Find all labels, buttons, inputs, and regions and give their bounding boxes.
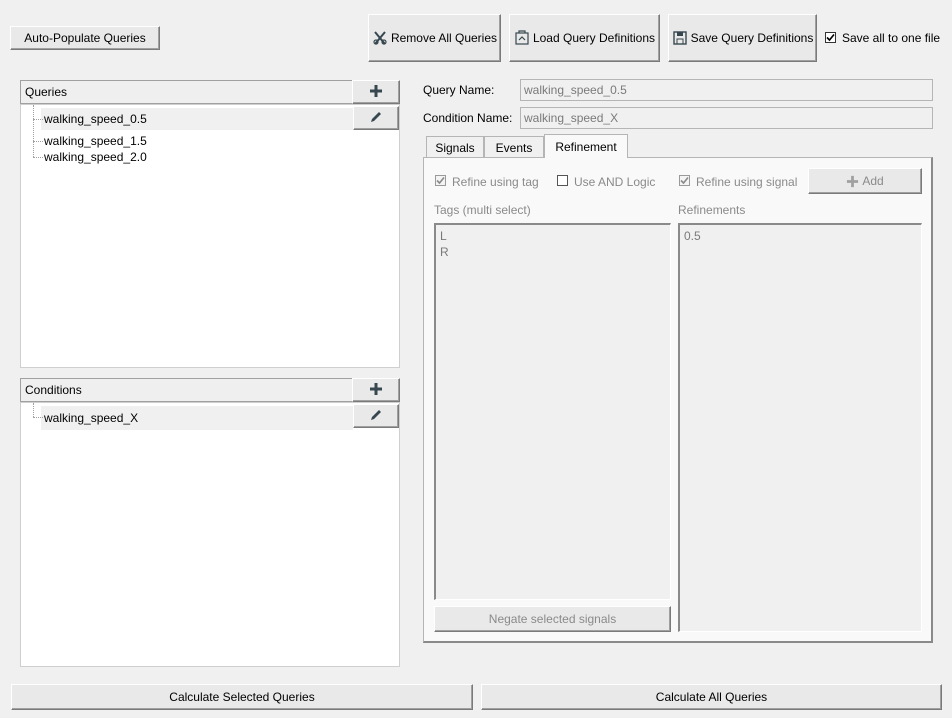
edit-query-button[interactable]	[353, 106, 399, 130]
tab-events-label: Events	[495, 140, 533, 155]
plus-icon	[846, 175, 859, 188]
tag-item[interactable]: R	[436, 244, 670, 260]
calc-all-label: Calculate All Queries	[655, 690, 768, 704]
add-query-button[interactable]	[352, 80, 400, 104]
load-file-icon	[514, 30, 530, 46]
auto-populate-queries-button[interactable]: Auto-Populate Queries	[10, 26, 160, 50]
query-item-label: walking_speed_2.0	[44, 150, 147, 164]
conditions-list[interactable]: walking_speed_X	[20, 402, 400, 667]
tab-refinement[interactable]: Refinement	[544, 134, 628, 158]
calculate-all-queries-button[interactable]: Calculate All Queries	[481, 684, 942, 710]
pencil-icon	[369, 110, 383, 127]
calculate-selected-queries-button[interactable]: Calculate Selected Queries	[11, 684, 473, 710]
tab-signals[interactable]: Signals	[426, 136, 484, 158]
use-and-label: Use AND Logic	[574, 175, 656, 189]
auto-populate-label: Auto-Populate Queries	[24, 31, 146, 45]
remove-all-icon	[372, 30, 388, 46]
calc-selected-label: Calculate Selected Queries	[169, 690, 315, 704]
tab-refinement-label: Refinement	[555, 139, 617, 154]
negate-label: Negate selected signals	[488, 612, 617, 626]
plus-icon	[369, 84, 383, 101]
query-item[interactable]: walking_speed_0.5	[44, 108, 147, 130]
save-query-definitions-button[interactable]: Save Query Definitions	[668, 14, 817, 62]
add-condition-button[interactable]	[352, 378, 400, 402]
refinements-label: Refinements	[678, 203, 746, 217]
remove-all-label: Remove All Queries	[390, 31, 498, 45]
load-defs-label: Load Query Definitions	[532, 31, 656, 45]
condition-item[interactable]: walking_speed_X	[44, 407, 138, 429]
condition-name-label: Condition Name:	[423, 111, 513, 125]
refine-signal-checkbox[interactable]	[679, 175, 690, 186]
save-defs-label: Save Query Definitions	[690, 31, 814, 45]
load-query-definitions-button[interactable]: Load Query Definitions	[509, 14, 660, 62]
tag-item[interactable]: L	[436, 228, 670, 244]
tab-events[interactable]: Events	[484, 136, 544, 158]
add-refinement-button[interactable]: Add	[808, 168, 922, 194]
save-all-checkbox[interactable]	[825, 32, 836, 43]
tree-line	[33, 105, 34, 157]
queries-list[interactable]: walking_speed_0.5 walking_speed_1.5 walk…	[20, 104, 400, 368]
pencil-icon	[369, 408, 383, 425]
plus-icon	[369, 382, 383, 399]
save-all-label: Save all to one file	[842, 31, 941, 45]
queries-header-label: Queries	[25, 85, 68, 99]
refinement-item[interactable]: 0.5	[680, 228, 921, 244]
refine-tag-checkbox[interactable]	[435, 175, 446, 186]
tree-line	[33, 141, 43, 142]
query-name-field[interactable]: walking_speed_0.5	[520, 79, 933, 101]
tree-line	[33, 157, 43, 158]
tree-line	[33, 417, 43, 418]
use-and-checkbox[interactable]	[557, 175, 568, 186]
query-name-value: walking_speed_0.5	[524, 83, 627, 97]
refinements-list[interactable]: 0.5	[678, 223, 922, 632]
refine-tag-label: Refine using tag	[452, 175, 539, 189]
tab-signals-label: Signals	[435, 140, 475, 155]
queries-header: Queries	[20, 80, 353, 104]
negate-selected-signals-button[interactable]: Negate selected signals	[434, 606, 671, 632]
tree-line	[33, 403, 34, 417]
condition-name-field[interactable]: walking_speed_X	[520, 107, 933, 129]
condition-name-value: walking_speed_X	[524, 111, 619, 125]
tab-bar: Signals Events Refinement	[426, 134, 646, 158]
tags-label: Tags (multi select)	[434, 203, 531, 217]
conditions-header: Conditions	[20, 378, 353, 402]
query-item-label: walking_speed_0.5	[44, 112, 147, 126]
tags-list[interactable]: L R	[434, 223, 671, 600]
refine-signal-label: Refine using signal	[696, 175, 798, 189]
conditions-header-label: Conditions	[25, 383, 82, 397]
add-label: Add	[862, 174, 884, 188]
save-disk-icon	[672, 30, 688, 46]
edit-condition-button[interactable]	[353, 404, 399, 428]
query-item[interactable]: walking_speed_2.0	[44, 146, 147, 168]
tree-line	[33, 119, 43, 120]
query-name-label: Query Name:	[423, 83, 495, 97]
remove-all-queries-button[interactable]: Remove All Queries	[368, 14, 501, 62]
condition-item-label: walking_speed_X	[44, 411, 139, 425]
